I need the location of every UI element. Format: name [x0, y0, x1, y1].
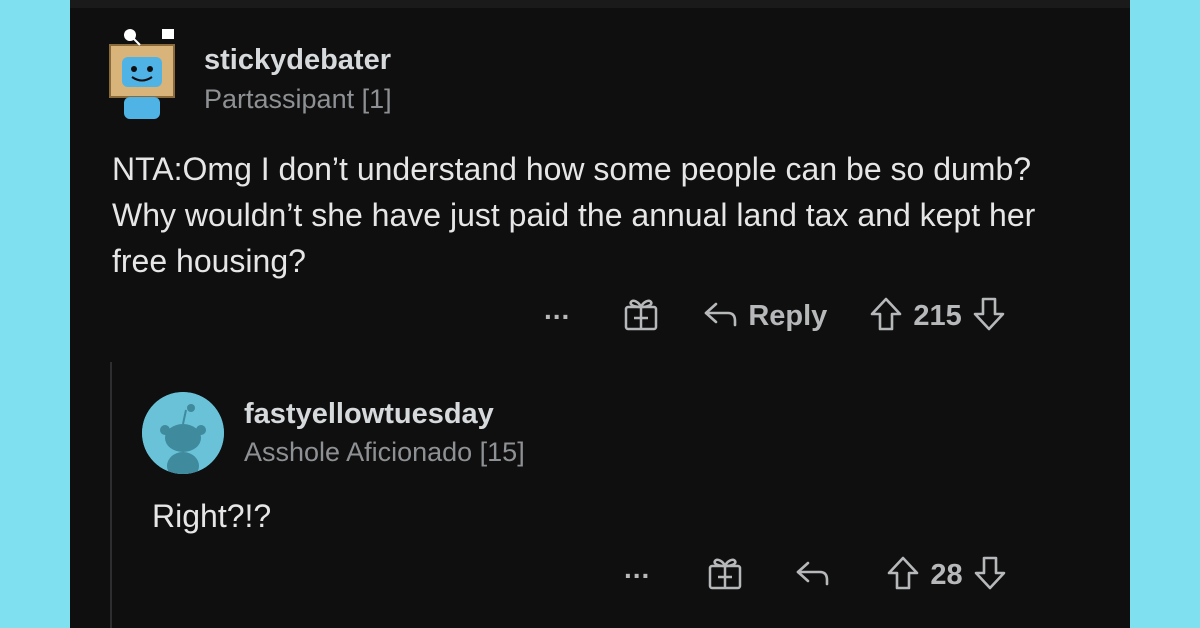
vote-score: 215 — [913, 299, 962, 332]
reply-arrow-icon[interactable] — [794, 558, 830, 593]
top-divider — [70, 0, 1130, 8]
user-flair: Partassipant [1] — [204, 84, 392, 114]
more-options-button[interactable]: ... — [624, 555, 650, 583]
thread-line[interactable] — [110, 362, 112, 628]
comment-body: Right?!? — [152, 498, 272, 534]
reply-arrow-icon[interactable] — [702, 299, 738, 334]
username[interactable]: fastyellowtuesday — [244, 398, 494, 431]
username[interactable]: stickydebater — [204, 44, 391, 77]
vote-score: 28 — [930, 558, 963, 591]
comment-actions: ... 28 — [624, 553, 1007, 597]
downvote-arrow-icon[interactable] — [972, 296, 1006, 337]
award-gift-icon[interactable] — [622, 295, 660, 338]
comment-body: NTA:Omg I don’t understand how some peop… — [112, 151, 1036, 279]
user-avatar[interactable] — [102, 27, 182, 122]
more-options-button[interactable]: ... — [544, 296, 570, 324]
award-gift-icon[interactable] — [706, 554, 744, 597]
downvote-arrow-icon[interactable] — [973, 555, 1007, 596]
comment-thread-panel: stickydebater Partassipant [1] NTA:Omg I… — [70, 0, 1130, 628]
upvote-arrow-icon[interactable] — [869, 296, 903, 337]
user-avatar[interactable] — [142, 392, 224, 474]
comment-actions: ... Reply 215 — [544, 294, 1006, 338]
user-flair: Asshole Aficionado [15] — [244, 437, 525, 467]
upvote-arrow-icon[interactable] — [886, 555, 920, 596]
reply-button-label[interactable]: Reply — [748, 300, 827, 333]
